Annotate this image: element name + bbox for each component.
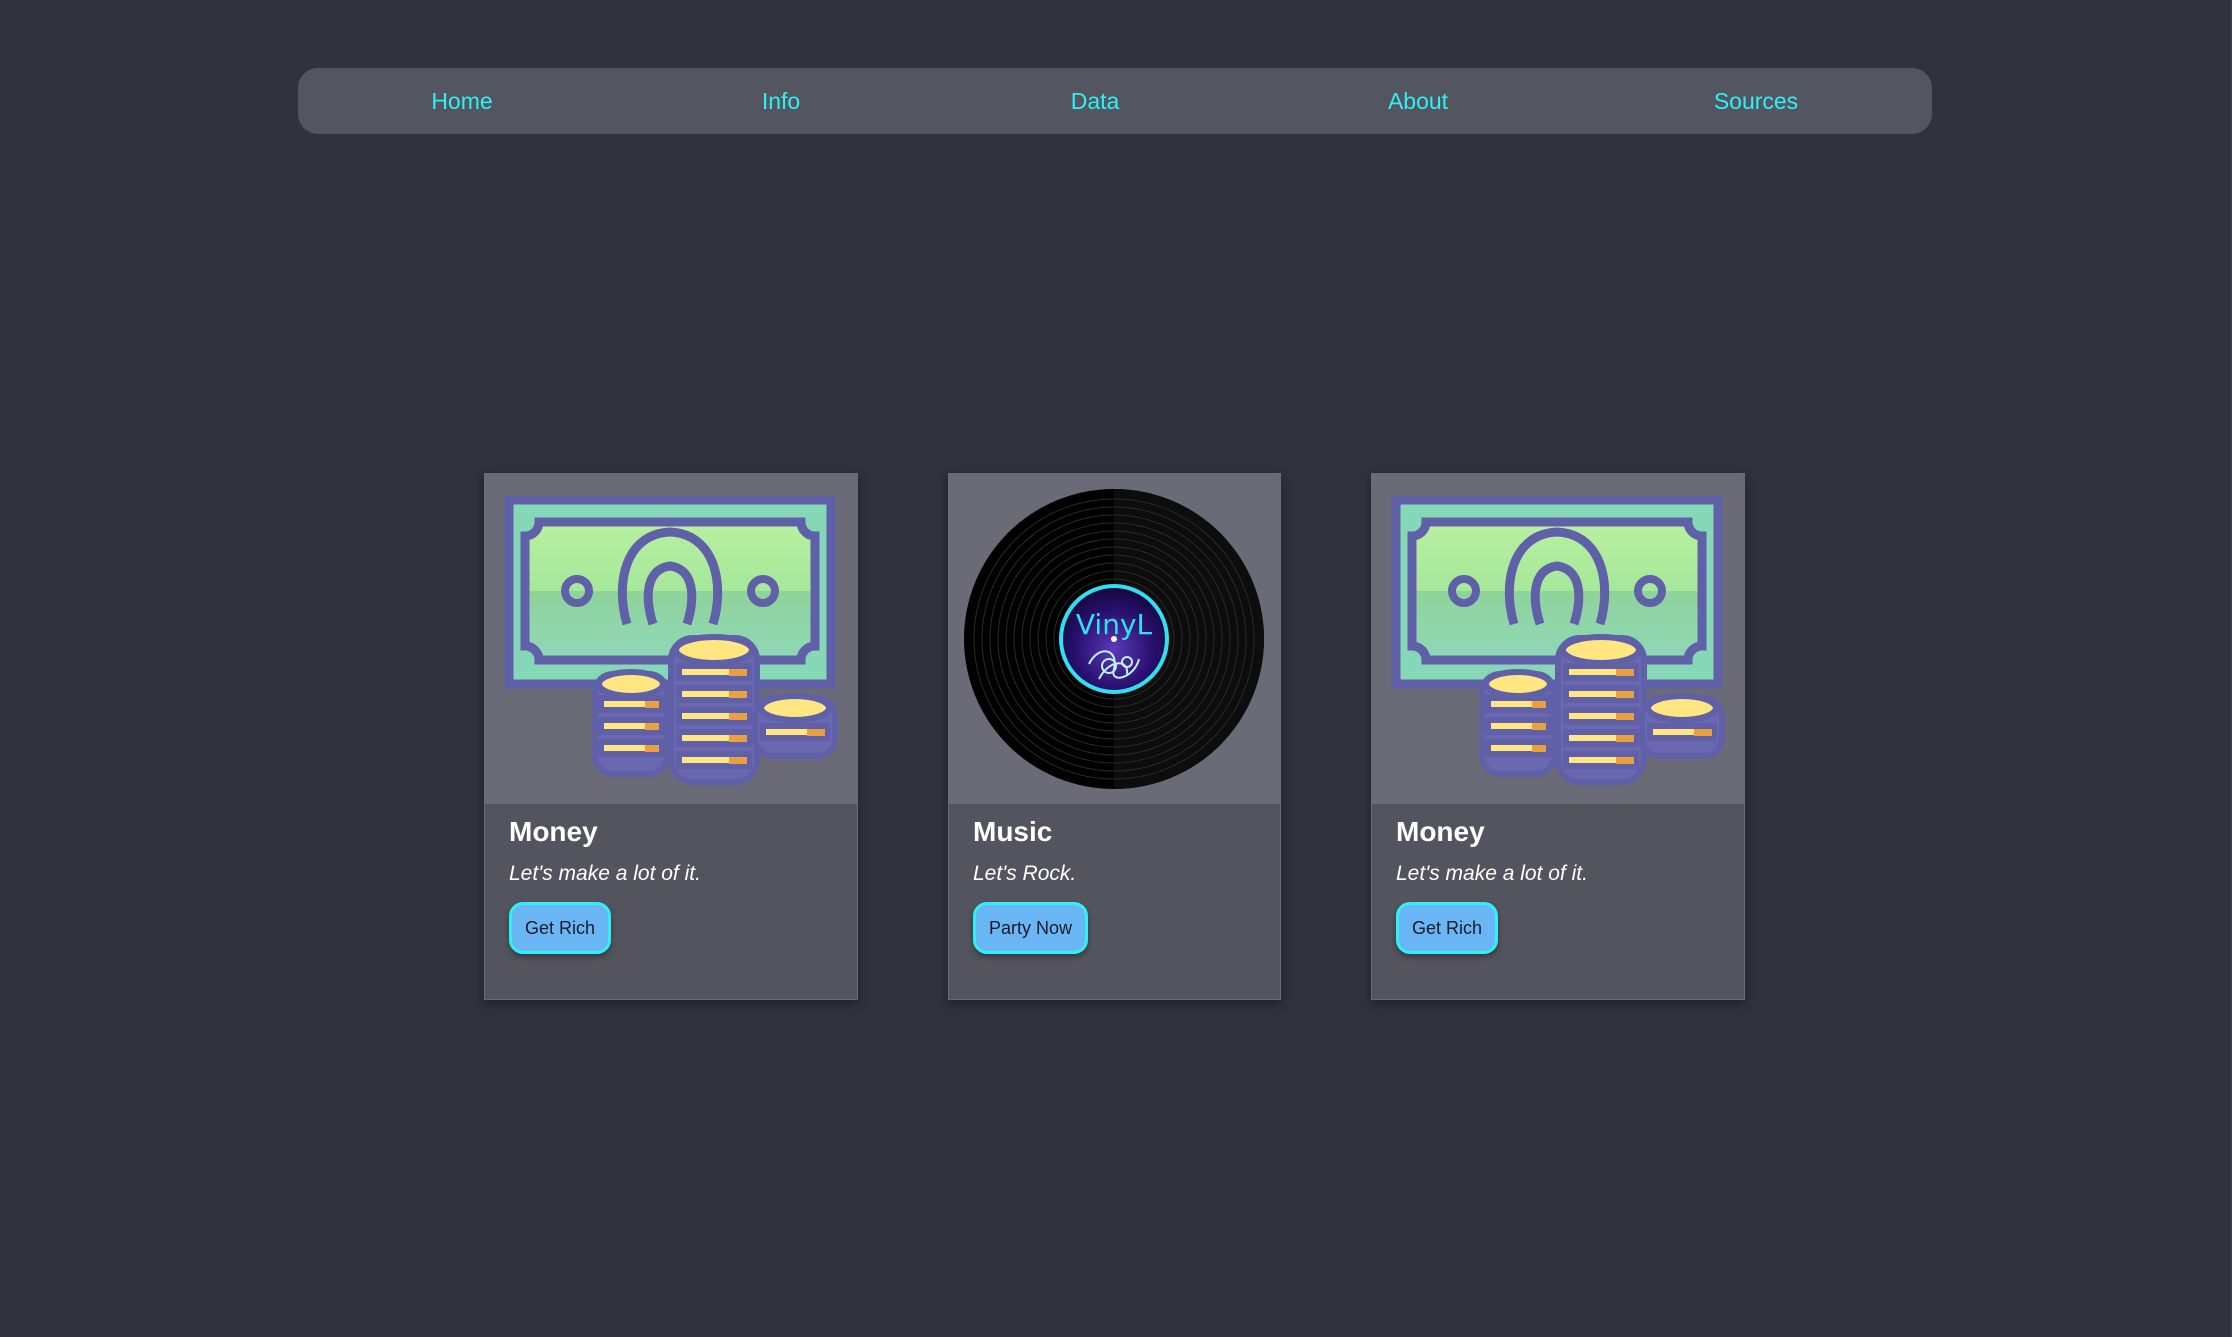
card-image: VinyL: [949, 474, 1280, 804]
party-now-button[interactable]: Party Now: [973, 902, 1089, 954]
card-title: Money: [1396, 816, 1485, 847]
card-money-2: Money Let's make a lot of it. Get Rich: [1371, 473, 1745, 1000]
card-subtitle: Let's Rock.: [973, 862, 1077, 885]
page: Home Info Data About Sources Money Let's…: [0, 0, 2232, 1337]
money-icon: [1391, 495, 1725, 785]
get-rich-button[interactable]: Get Rich: [509, 902, 612, 954]
nav-link-sources[interactable]: Sources: [1714, 68, 1798, 134]
card-music: VinyL Music Let's Rock. Party Now: [948, 473, 1281, 1000]
nav-link-data[interactable]: Data: [1071, 68, 1120, 134]
nav-link-about[interactable]: About: [1388, 68, 1448, 134]
nav-link-home[interactable]: Home: [431, 68, 492, 134]
card-title: Money: [509, 816, 598, 847]
card-subtitle: Let's make a lot of it.: [509, 862, 701, 885]
card-subtitle: Let's make a lot of it.: [1396, 862, 1588, 885]
card-money-1: Money Let's make a lot of it. Get Rich: [484, 473, 858, 1000]
card-image: [1372, 474, 1744, 804]
card-title: Music: [973, 816, 1053, 847]
card-image: [485, 474, 857, 804]
vinyl-record-icon: VinyL: [964, 489, 1264, 789]
top-nav: Home Info Data About Sources: [298, 68, 1932, 134]
money-icon: [504, 495, 838, 785]
get-rich-button[interactable]: Get Rich: [1396, 902, 1499, 954]
nav-link-info[interactable]: Info: [762, 68, 800, 134]
